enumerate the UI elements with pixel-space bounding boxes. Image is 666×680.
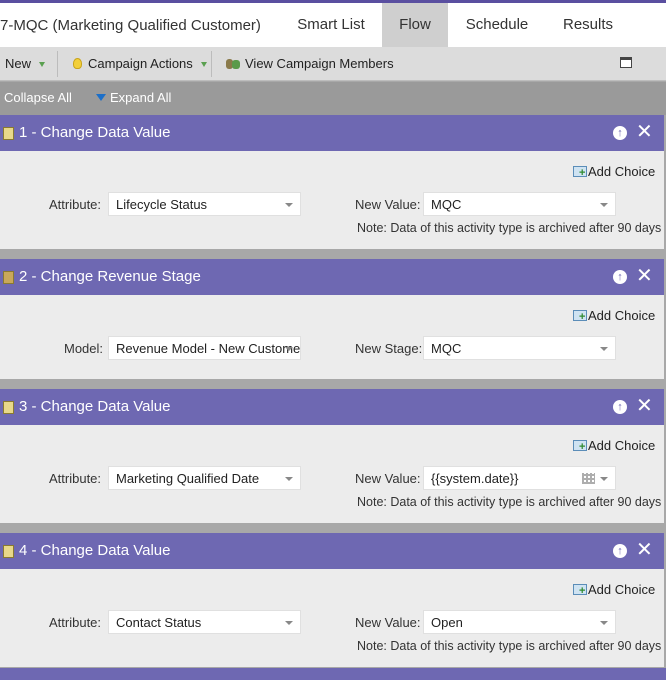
new-stage-select[interactable]: MQC <box>423 336 616 360</box>
add-choice-button[interactable]: Add Choice <box>573 308 655 323</box>
tab-flow[interactable]: Flow <box>382 3 448 47</box>
flow-step-title: 2 - Change Revenue Stage <box>19 268 201 285</box>
new-value-select-value: MQC <box>431 197 462 212</box>
attribute-select[interactable]: Lifecycle Status <box>108 192 301 216</box>
new-menu-button[interactable]: New <box>5 56 46 71</box>
new-value-select-value: {{system.date}} <box>431 471 519 486</box>
new-value-select[interactable]: MQC <box>423 192 616 216</box>
new-value-select-value: Open <box>431 615 463 630</box>
chevron-down-icon <box>600 621 608 625</box>
view-campaign-members-button[interactable]: View Campaign Members <box>226 56 394 71</box>
toolbar-divider <box>211 51 212 77</box>
add-choice-label: Add Choice <box>588 308 656 323</box>
new-stage-select-value: MQC <box>431 341 462 356</box>
flow-step-header[interactable]: 1 - Change Data Value ↑ ✕ <box>0 115 664 151</box>
data-value-icon <box>3 127 14 140</box>
flow-step-body: Add Choice Attribute: Lifecycle Status N… <box>0 151 664 249</box>
chevron-down-icon <box>285 477 293 481</box>
add-choice-icon <box>573 439 587 453</box>
data-value-icon <box>3 545 14 558</box>
add-choice-button[interactable]: Add Choice <box>573 582 655 597</box>
add-choice-icon <box>573 583 587 597</box>
new-value-label: New Value: <box>355 615 421 630</box>
expand-all-label: Expand All <box>110 90 172 105</box>
move-up-icon[interactable]: ↑ <box>613 126 627 140</box>
chevron-down-icon <box>600 477 608 481</box>
attribute-select[interactable]: Marketing Qualified Date <box>108 466 301 490</box>
chevron-down-icon <box>285 621 293 625</box>
new-value-select[interactable]: {{system.date}} <box>423 466 616 490</box>
new-dropdown-icon <box>39 61 46 67</box>
move-up-icon[interactable]: ↑ <box>613 544 627 558</box>
campaign-actions-label: Campaign Actions <box>88 56 193 71</box>
flow-step-header[interactable]: 4 - Change Data Value ↑ ✕ <box>0 533 664 569</box>
collapse-all-button[interactable]: Collapse All <box>4 90 72 105</box>
flow-step-header[interactable]: 3 - Change Data Value ↑ ✕ <box>0 389 664 425</box>
campaign-actions-dropdown-icon <box>200 61 207 67</box>
window-icon[interactable] <box>620 57 632 68</box>
remove-step-icon[interactable]: ✕ <box>636 395 653 417</box>
campaign-tab-bar: 7-MQC (Marketing Qualified Customer) Sma… <box>0 0 666 47</box>
attribute-label: Attribute: <box>49 197 102 212</box>
flow-step-body: Add Choice Attribute: Contact Status New… <box>0 569 664 667</box>
add-choice-icon <box>573 309 587 323</box>
archive-note: Note: Data of this activity type is arch… <box>357 495 662 509</box>
new-value-select[interactable]: Open <box>423 610 616 634</box>
tab-schedule[interactable]: Schedule <box>452 3 542 47</box>
model-label: Model: <box>64 341 104 356</box>
members-icon <box>226 58 240 70</box>
attribute-select[interactable]: Contact Status <box>108 610 301 634</box>
new-value-label: New Value: <box>355 471 421 486</box>
remove-step-icon[interactable]: ✕ <box>636 121 653 143</box>
chevron-down-icon <box>600 203 608 207</box>
attribute-label: Attribute: <box>49 615 102 630</box>
new-menu-label: New <box>5 56 32 71</box>
expand-all-button[interactable]: Expand All <box>96 90 171 105</box>
next-step-header <box>0 668 666 680</box>
move-up-icon[interactable]: ↑ <box>613 400 627 414</box>
new-stage-label: New Stage: <box>355 341 423 356</box>
attribute-label: Attribute: <box>49 471 102 486</box>
calendar-icon[interactable] <box>582 473 595 484</box>
remove-step-icon[interactable]: ✕ <box>636 265 653 287</box>
campaign-title: 7-MQC (Marketing Qualified Customer) <box>0 17 261 34</box>
flow-step-body: Add Choice Model: Revenue Model - New Cu… <box>0 295 664 379</box>
tab-smart-list[interactable]: Smart List <box>281 3 381 47</box>
attribute-select-value: Lifecycle Status <box>116 197 208 212</box>
chevron-down-icon <box>285 203 293 207</box>
remove-step-icon[interactable]: ✕ <box>636 539 653 561</box>
model-select-value: Revenue Model - New Customer <box>116 341 301 356</box>
flow-step-header[interactable]: 2 - Change Revenue Stage ↑ ✕ <box>0 259 664 295</box>
lightbulb-icon <box>73 58 82 69</box>
expand-triangle-icon <box>96 94 106 101</box>
attribute-select-value: Contact Status <box>116 615 202 630</box>
flow-step-body: Add Choice Attribute: Marketing Qualifie… <box>0 425 664 523</box>
toolbar-divider <box>57 51 58 77</box>
add-choice-button[interactable]: Add Choice <box>573 164 655 179</box>
data-value-icon <box>3 401 14 414</box>
chevron-down-icon <box>600 347 608 351</box>
view-campaign-members-label: View Campaign Members <box>245 56 394 71</box>
add-choice-button[interactable]: Add Choice <box>573 438 655 453</box>
add-choice-icon <box>573 165 587 179</box>
flow-toolbar: New Campaign Actions View Campaign Membe… <box>0 47 666 81</box>
move-up-icon[interactable]: ↑ <box>613 270 627 284</box>
add-choice-label: Add Choice <box>588 438 656 453</box>
add-choice-label: Add Choice <box>588 582 656 597</box>
flow-step-title: 4 - Change Data Value <box>19 542 171 559</box>
new-value-label: New Value: <box>355 197 421 212</box>
archive-note: Note: Data of this activity type is arch… <box>357 639 662 653</box>
chevron-down-icon <box>285 347 293 351</box>
attribute-select-value: Marketing Qualified Date <box>116 471 260 486</box>
flow-step-title: 3 - Change Data Value <box>19 398 171 415</box>
archive-note: Note: Data of this activity type is arch… <box>357 221 662 235</box>
add-choice-label: Add Choice <box>588 164 656 179</box>
flow-step-title: 1 - Change Data Value <box>19 124 171 141</box>
expand-collapse-bar: Collapse All Expand All <box>0 82 666 115</box>
tab-results[interactable]: Results <box>548 3 628 47</box>
campaign-actions-button[interactable]: Campaign Actions <box>73 56 207 71</box>
model-select[interactable]: Revenue Model - New Customer <box>108 336 301 360</box>
revenue-stage-icon <box>3 271 14 284</box>
